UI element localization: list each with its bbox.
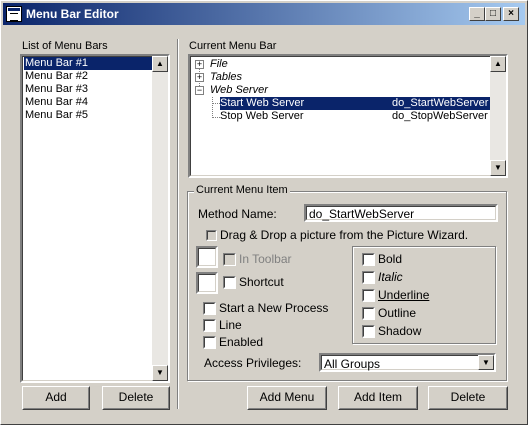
- expand-icon[interactable]: +: [195, 73, 204, 82]
- enabled-label: Enabled: [219, 335, 264, 349]
- drag-drop-hint: Drag & Drop a picture from the Picture W…: [220, 228, 469, 242]
- menu-tree[interactable]: + File + Tables − Web Server Start Web S…: [188, 54, 508, 178]
- maximize-button[interactable]: □: [485, 7, 501, 21]
- tree-item-label: Stop Web Server: [220, 110, 304, 122]
- access-privileges-label: Access Privileges:: [204, 356, 302, 370]
- scroll-up-icon[interactable]: ▲: [152, 56, 168, 72]
- shadow-checkbox[interactable]: [362, 325, 375, 338]
- list-item[interactable]: Menu Bar #2: [24, 70, 88, 83]
- italic-label: Italic: [378, 270, 403, 284]
- toolbar-picture-well[interactable]: [196, 246, 218, 268]
- tree-node-file[interactable]: File: [210, 58, 228, 71]
- tree-node-web-server[interactable]: Web Server: [210, 84, 268, 97]
- tree-node-stop-web-server[interactable]: Stop Web Server do_StopWebServer: [220, 110, 490, 123]
- menu-bars-list[interactable]: Menu Bar #1 Menu Bar #2 Menu Bar #3 Menu…: [20, 54, 170, 383]
- access-privileges-value: All Groups: [324, 357, 381, 371]
- shortcut-label: Shortcut: [239, 275, 284, 289]
- list-item[interactable]: Menu Bar #1: [24, 57, 153, 70]
- list-item[interactable]: Menu Bar #4: [24, 96, 88, 109]
- scroll-down-icon[interactable]: ▼: [490, 160, 506, 176]
- start-new-process-label: Start a New Process: [219, 301, 329, 315]
- method-name-value: do_StartWebServer: [309, 207, 415, 221]
- tree-item-method: do_StartWebServer: [392, 97, 489, 109]
- window-title: Menu Bar Editor: [26, 7, 119, 21]
- bold-label: Bold: [378, 252, 403, 266]
- add-menu-button[interactable]: Add Menu: [247, 386, 327, 410]
- close-button[interactable]: ×: [503, 7, 519, 21]
- list-item[interactable]: Menu Bar #5: [24, 109, 88, 122]
- divider: [177, 39, 179, 409]
- method-name-field[interactable]: do_StartWebServer: [304, 204, 498, 222]
- delete-item-button[interactable]: Delete: [428, 386, 508, 410]
- tree-node-tables[interactable]: Tables: [210, 71, 242, 84]
- underline-label: Underline: [378, 288, 430, 302]
- start-new-process-checkbox[interactable]: [203, 302, 216, 315]
- drag-drop-checkbox: [206, 230, 217, 241]
- tree-scrollbar[interactable]: ▲ ▼: [490, 56, 506, 176]
- underline-checkbox[interactable]: [362, 289, 375, 302]
- italic-checkbox[interactable]: [362, 271, 375, 284]
- in-toolbar-label: In Toolbar: [239, 252, 292, 266]
- tree-item-method: do_StopWebServer: [392, 110, 488, 122]
- minimize-button[interactable]: _: [469, 7, 485, 21]
- enabled-checkbox[interactable]: [203, 336, 216, 349]
- line-label: Line: [219, 318, 242, 332]
- current-menu-bar-label: Current Menu Bar: [189, 40, 277, 52]
- chevron-down-icon[interactable]: ▼: [478, 355, 494, 370]
- shortcut-key-field[interactable]: [196, 272, 218, 294]
- title-bar[interactable]: Menu Bar Editor _ □ ×: [3, 3, 525, 25]
- tree-node-start-web-server[interactable]: Start Web Server do_StartWebServer: [220, 97, 490, 110]
- add-menu-bar-button[interactable]: Add: [22, 386, 90, 410]
- menu-bars-list-label: List of Menu Bars: [22, 40, 108, 52]
- list-item[interactable]: Menu Bar #3: [24, 83, 88, 96]
- expand-icon[interactable]: +: [195, 60, 204, 69]
- method-name-label: Method Name:: [198, 207, 277, 221]
- outline-label: Outline: [378, 306, 417, 320]
- scroll-down-icon[interactable]: ▼: [152, 365, 168, 381]
- app-icon: [6, 6, 22, 22]
- shortcut-checkbox[interactable]: [223, 276, 236, 289]
- shadow-label: Shadow: [378, 324, 422, 338]
- collapse-icon[interactable]: −: [195, 86, 204, 95]
- delete-menu-bar-button[interactable]: Delete: [102, 386, 170, 410]
- list-scrollbar[interactable]: ▲ ▼: [152, 56, 168, 381]
- tree-item-label: Start Web Server: [220, 97, 305, 109]
- add-item-button[interactable]: Add Item: [338, 386, 418, 410]
- in-toolbar-checkbox: [223, 253, 236, 266]
- scroll-up-icon[interactable]: ▲: [490, 56, 506, 72]
- line-checkbox[interactable]: [203, 319, 216, 332]
- outline-checkbox[interactable]: [362, 307, 375, 320]
- menu-bar-editor-window: Menu Bar Editor _ □ × List of Menu Bars …: [0, 0, 528, 425]
- access-privileges-select[interactable]: All Groups ▼: [319, 353, 496, 372]
- bold-checkbox[interactable]: [362, 253, 375, 266]
- current-menu-item-label: Current Menu Item: [194, 184, 290, 196]
